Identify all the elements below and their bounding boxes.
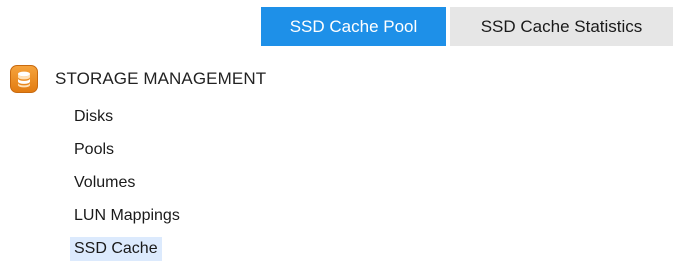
nav-item-label: SSD Cache [70,237,162,261]
tree-header[interactable]: STORAGE MANAGEMENT [10,65,266,93]
storage-nav-list: Disks Pools Volumes LUN Mappings SSD Cac… [70,100,184,265]
nav-item-lun-mappings[interactable]: LUN Mappings [70,199,184,232]
nav-item-disks[interactable]: Disks [70,100,184,133]
tab-bar: SSD Cache Pool SSD Cache Statistics [261,7,673,46]
tree-title: STORAGE MANAGEMENT [55,69,267,88]
storage-database-icon [10,65,38,93]
nav-item-volumes[interactable]: Volumes [70,166,184,199]
nav-item-label: Volumes [74,174,136,191]
nav-item-pools[interactable]: Pools [70,133,184,166]
nav-item-label: Disks [74,108,114,125]
nav-item-label: LUN Mappings [74,207,180,224]
nav-item-label: Pools [74,141,115,158]
tab-ssd-cache-pool[interactable]: SSD Cache Pool [261,7,446,46]
nav-item-ssd-cache[interactable]: SSD Cache [70,232,184,265]
tab-ssd-cache-statistics[interactable]: SSD Cache Statistics [450,7,673,46]
